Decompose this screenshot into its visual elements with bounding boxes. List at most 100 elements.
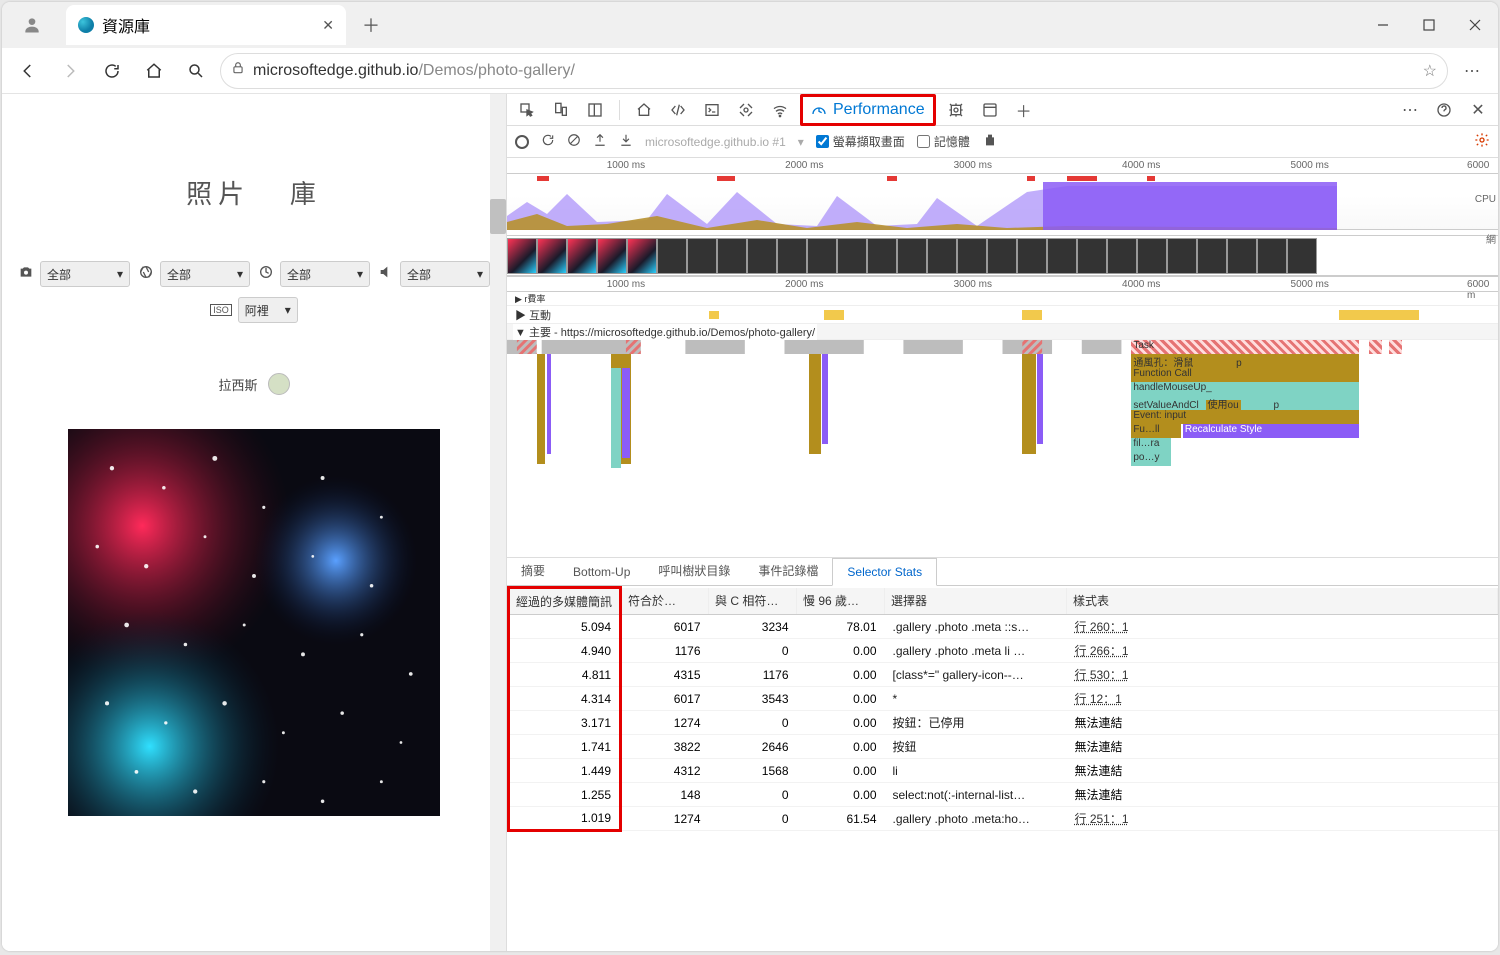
favorite-icon[interactable]: ☆ — [1423, 61, 1437, 81]
search-button[interactable] — [178, 53, 214, 89]
filmstrip-frame[interactable] — [927, 238, 957, 274]
timeline[interactable]: 1000 ms 2000 ms 3000 ms 4000 ms 5000 ms … — [507, 158, 1498, 558]
sound-select[interactable]: 全部▾ — [400, 261, 490, 287]
filmstrip-frame[interactable] — [1137, 238, 1167, 274]
col-cmatch[interactable]: 與 C 相符… — [709, 588, 797, 615]
tab-calltree[interactable]: 呼叫樹狀目錄 — [644, 556, 744, 585]
filmstrip-frame[interactable] — [987, 238, 1017, 274]
device-icon[interactable] — [547, 96, 575, 124]
col-elapsed[interactable]: 經過的多媒體簡訊 — [509, 588, 621, 615]
filmstrip-frame[interactable] — [957, 238, 987, 274]
refresh-button[interactable] — [94, 53, 130, 89]
filmstrip-frame[interactable] — [687, 238, 717, 274]
col-slow[interactable]: 慢 96 歲… — [797, 588, 885, 615]
filmstrip-frame[interactable] — [537, 238, 567, 274]
col-selector[interactable]: 選擇器 — [885, 588, 1067, 615]
filmstrip-frame[interactable] — [777, 238, 807, 274]
filmstrip-frame[interactable] — [897, 238, 927, 274]
maximize-button[interactable] — [1406, 2, 1452, 48]
close-devtools-icon[interactable]: ✕ — [1464, 96, 1492, 124]
reload-button[interactable] — [541, 133, 555, 150]
tab-summary[interactable]: 摘要 — [507, 556, 559, 585]
filmstrip-frame[interactable] — [1077, 238, 1107, 274]
photo-thumbnail[interactable] — [64, 425, 444, 820]
upload-button[interactable] — [593, 133, 607, 150]
detail-tabs: 摘要 Bottom-Up 呼叫樹狀目錄 事件記錄檔 Selector Stats — [507, 558, 1498, 586]
table-row[interactable]: 4.940117600.00.gallery .photo .meta li …… — [509, 639, 1498, 663]
table-row[interactable]: 1.741382226460.00按鈕無法連結 — [509, 735, 1498, 759]
filmstrip-frame[interactable] — [867, 238, 897, 274]
filmstrip-frame[interactable] — [657, 238, 687, 274]
help-icon[interactable] — [1430, 96, 1458, 124]
more-icon[interactable]: ⋯ — [1396, 96, 1424, 124]
filmstrip-frame[interactable] — [717, 238, 747, 274]
iso-select[interactable]: 阿裡▾ — [238, 297, 298, 323]
close-window-button[interactable] — [1452, 2, 1498, 48]
table-row[interactable]: 4.811431511760.00[class*=" gallery-icon-… — [509, 663, 1498, 687]
tab-bottomup[interactable]: Bottom-Up — [559, 559, 644, 585]
table-row[interactable]: 1.0191274061.54.gallery .photo .meta:ho…… — [509, 807, 1498, 831]
profile-button[interactable] — [2, 15, 62, 35]
filmstrip-frame[interactable] — [1167, 238, 1197, 274]
scrollbar-thumb[interactable] — [490, 199, 506, 234]
tab-eventlog[interactable]: 事件記錄檔 — [744, 556, 832, 585]
back-button[interactable] — [10, 53, 46, 89]
tab-selectorstats[interactable]: Selector Stats — [832, 558, 937, 586]
console-icon[interactable] — [698, 96, 726, 124]
table-row[interactable]: 4.314601735430.00*行 12：1 — [509, 687, 1498, 711]
filmstrip-frame[interactable] — [567, 238, 597, 274]
welcome-icon[interactable] — [630, 96, 658, 124]
table-row[interactable]: 3.171127400.00按鈕：已停用無法連結 — [509, 711, 1498, 735]
memory-checkbox[interactable]: 記憶體 — [917, 133, 970, 150]
filmstrip-frame[interactable] — [747, 238, 777, 274]
elements-icon[interactable] — [664, 96, 692, 124]
filmstrip-frame[interactable] — [1227, 238, 1257, 274]
filmstrip-frame[interactable] — [1197, 238, 1227, 274]
flame-chart[interactable]: Task 通風孔：滑鼠 p Function Call handleMouseU… — [507, 340, 1498, 558]
inspect-icon[interactable] — [513, 96, 541, 124]
filmstrip-frame[interactable] — [597, 238, 627, 274]
application-icon[interactable] — [976, 96, 1004, 124]
table-row[interactable]: 5.0946017323478.01.gallery .photo .meta … — [509, 615, 1498, 639]
download-button[interactable] — [619, 133, 633, 150]
settings-icon[interactable] — [1474, 132, 1490, 151]
filmstrip-frame[interactable] — [1017, 238, 1047, 274]
col-sheet[interactable]: 樣式表 — [1067, 588, 1498, 615]
table-row[interactable]: 1.449431215680.00li無法連結 — [509, 759, 1498, 783]
slider-thumb[interactable] — [268, 373, 290, 395]
record-button[interactable] — [515, 135, 529, 149]
selector-stats-table[interactable]: 經過的多媒體簡訊 符合於… 與 C 相符… 慢 96 歲… 選擇器 樣式表 5.… — [507, 586, 1498, 832]
memory-icon[interactable] — [942, 96, 970, 124]
filmstrip-frame[interactable] — [1047, 238, 1077, 274]
minimize-button[interactable] — [1360, 2, 1406, 48]
home-button[interactable] — [136, 53, 172, 89]
table-row[interactable]: 1.25514800.00select:not(:-internal-list…… — [509, 783, 1498, 807]
dock-icon[interactable] — [581, 96, 609, 124]
performance-tab[interactable]: Performance — [800, 94, 936, 126]
col-match[interactable]: 符合於… — [621, 588, 709, 615]
sources-icon[interactable] — [732, 96, 760, 124]
address-bar[interactable]: microsoftedge.github.io/Demos/photo-gall… — [220, 53, 1448, 89]
browser-tab[interactable]: 資源庫 ✕ — [66, 5, 346, 45]
forward-button[interactable] — [52, 53, 88, 89]
network-icon[interactable] — [766, 96, 794, 124]
filmstrip-frame[interactable] — [837, 238, 867, 274]
filmstrip-frame[interactable] — [627, 238, 657, 274]
filmstrip-frame[interactable] — [1287, 238, 1317, 274]
camera-select[interactable]: 全部▾ — [40, 261, 130, 287]
filmstrip-frame[interactable] — [1107, 238, 1137, 274]
filmstrip-frame[interactable] — [507, 238, 537, 274]
recording-name[interactable]: microsoftedge.github.io #1 — [645, 135, 786, 149]
more-tabs-icon[interactable]: ＋ — [1010, 96, 1038, 124]
close-tab-icon[interactable]: ✕ — [322, 17, 334, 34]
clear-button[interactable] — [567, 133, 581, 150]
menu-button[interactable]: ⋯ — [1454, 53, 1490, 89]
new-tab-button[interactable]: ＋ — [354, 8, 388, 42]
edge-icon — [78, 17, 94, 33]
shutter-select[interactable]: 全部▾ — [280, 261, 370, 287]
gc-button[interactable] — [982, 132, 998, 151]
filmstrip-frame[interactable] — [1257, 238, 1287, 274]
aperture-select[interactable]: 全部▾ — [160, 261, 250, 287]
screenshot-checkbox[interactable]: 螢幕擷取畫面 — [816, 133, 905, 150]
filmstrip-frame[interactable] — [807, 238, 837, 274]
